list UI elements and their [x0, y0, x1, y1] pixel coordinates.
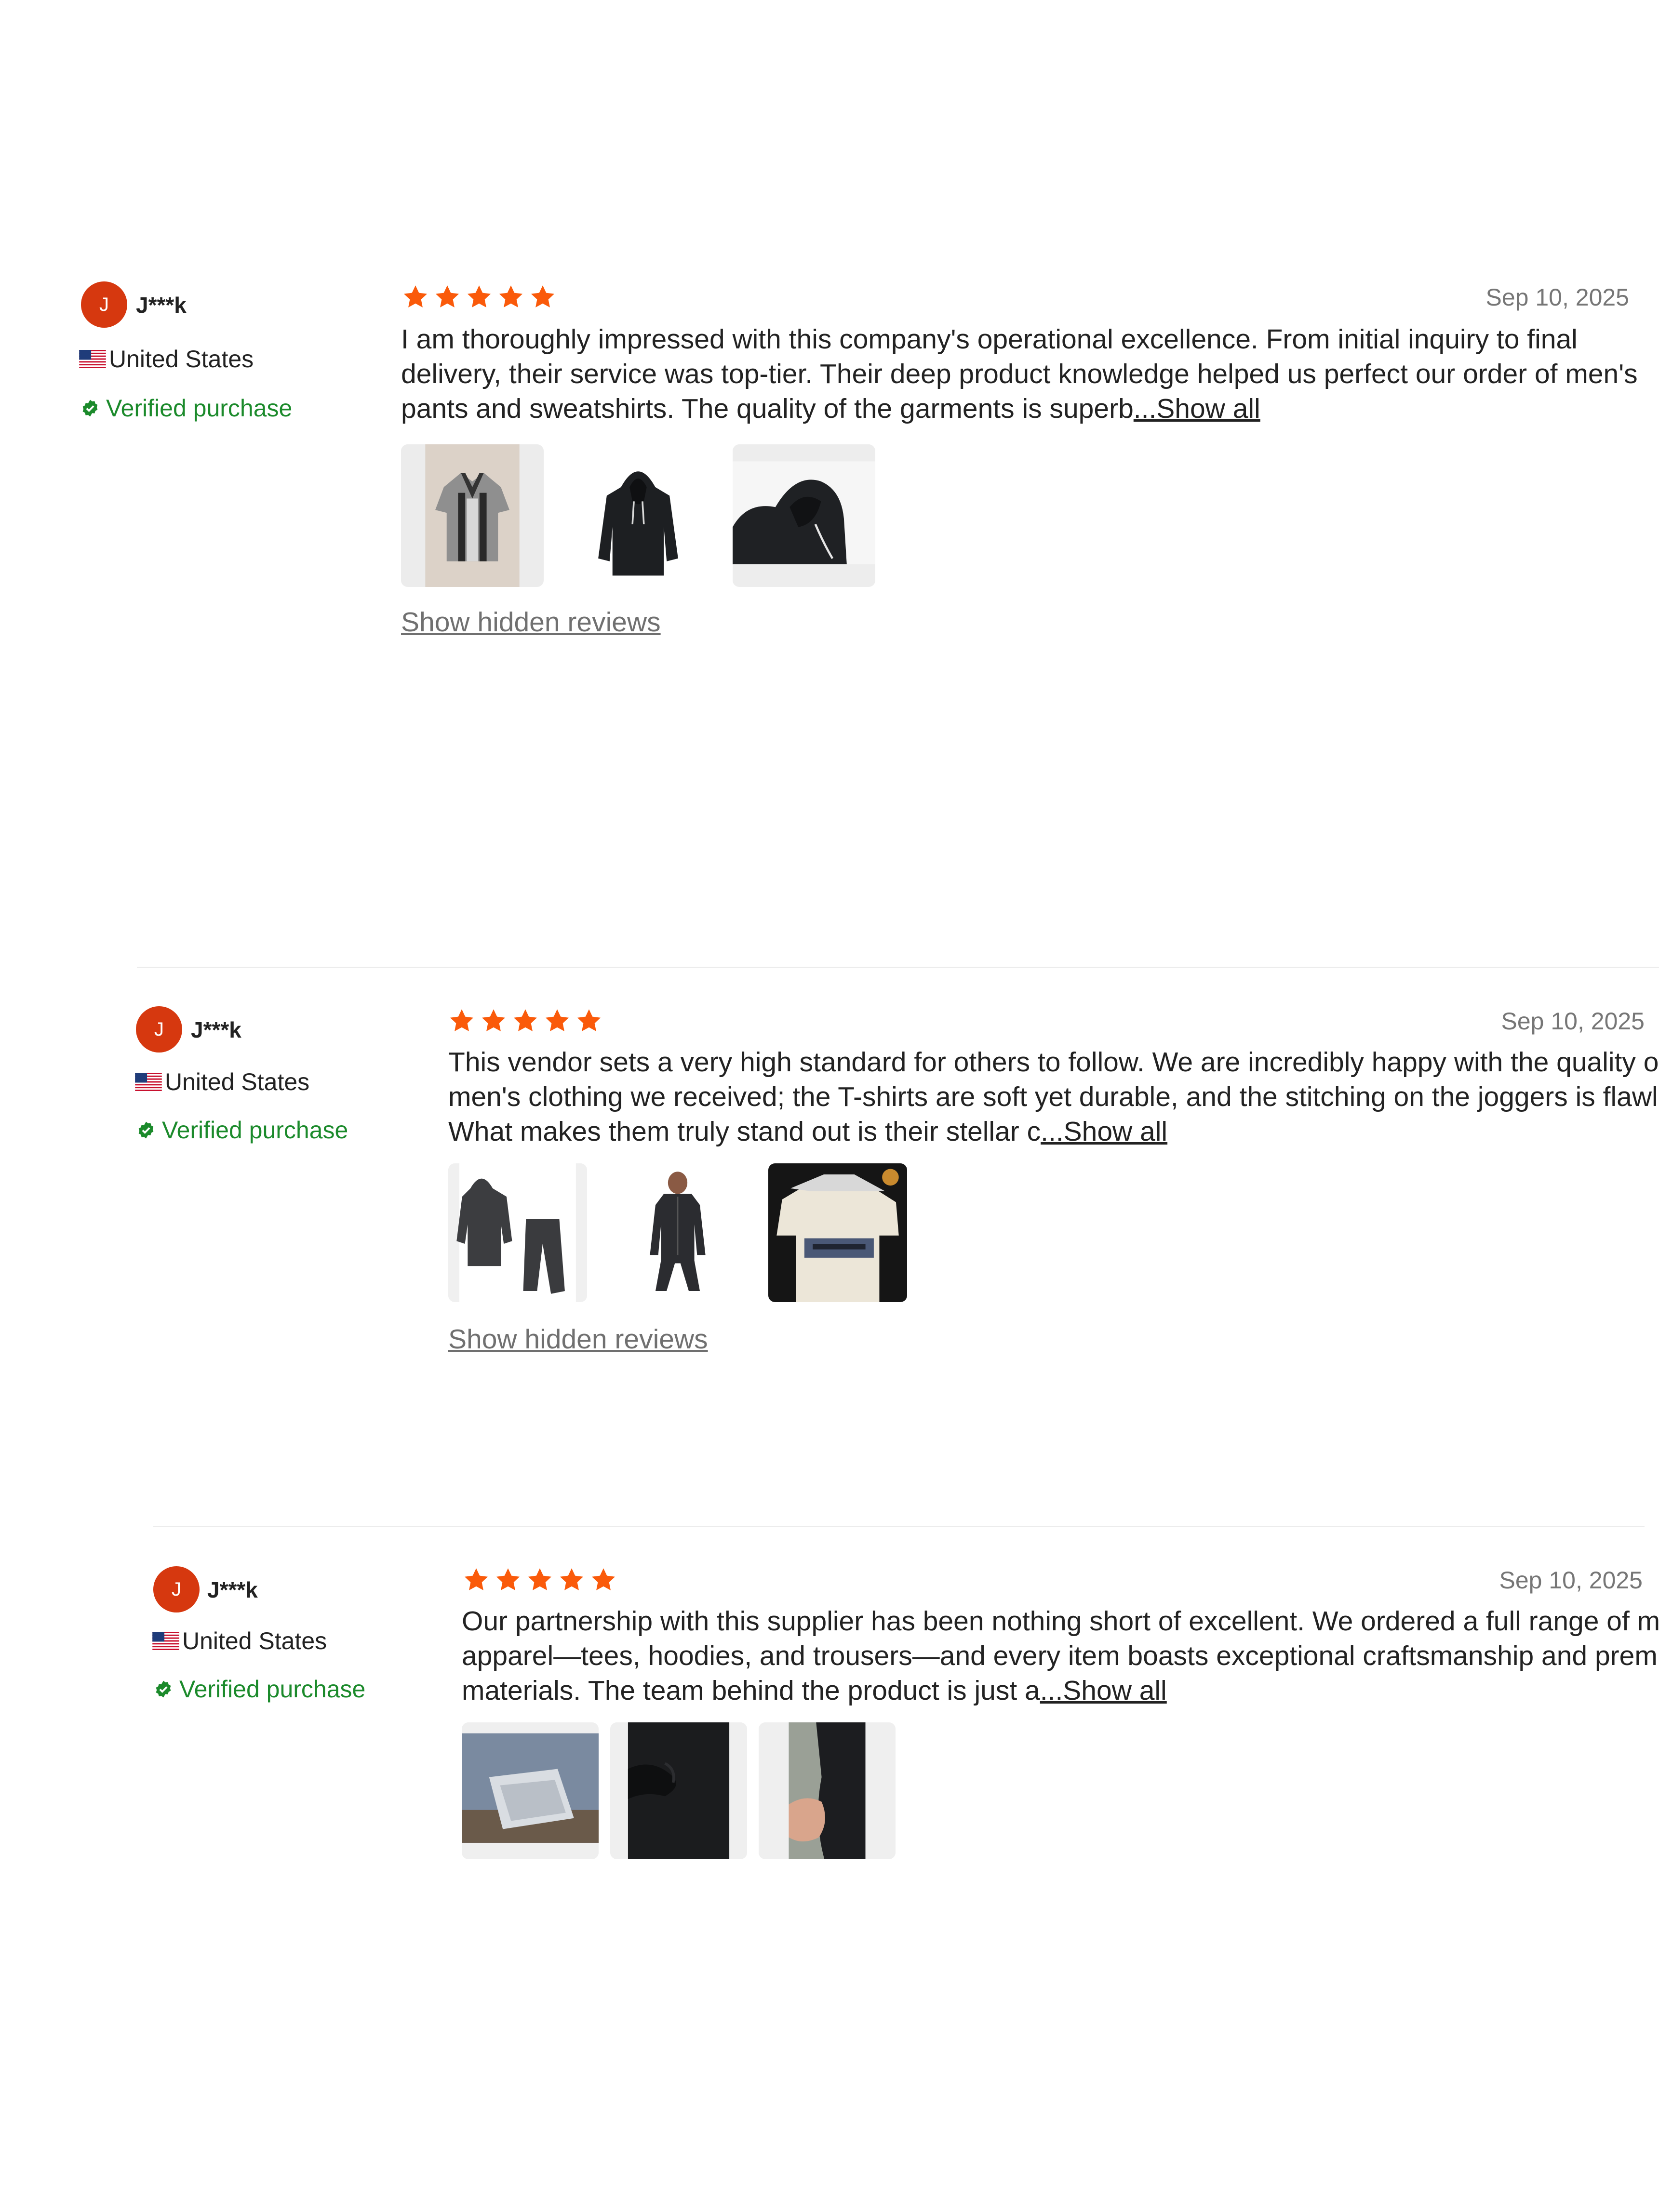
star-icon: [402, 283, 429, 310]
country-label: United States: [109, 346, 254, 373]
graphic-tee-photo: [768, 1163, 907, 1302]
verified-label: Verified purchase: [179, 1676, 366, 1703]
review-photo[interactable]: [759, 1722, 896, 1859]
reviewer-country: United States: [135, 1068, 309, 1096]
review-photo[interactable]: [608, 1163, 747, 1302]
packaged-garments-photo: [462, 1722, 599, 1859]
star-icon: [466, 283, 493, 310]
zip-jumpsuit-photo: [608, 1163, 747, 1302]
review-photos: [462, 1722, 896, 1859]
fabric-in-hand-photo: [759, 1722, 896, 1859]
star-rating: [463, 1566, 617, 1593]
verified-check-icon: [81, 399, 99, 417]
polo-shirt-photo: [401, 444, 544, 587]
reviewer-name: J***k: [191, 1017, 241, 1042]
black-fabric-photo: [610, 1722, 747, 1859]
star-icon: [544, 1007, 571, 1034]
star-icon: [529, 283, 556, 310]
review-photo[interactable]: [401, 444, 544, 587]
country-label: United States: [182, 1627, 327, 1654]
verified-badge: Verified purchase: [137, 1116, 348, 1144]
review-text: Our partnership with this supplier has b…: [462, 1604, 1659, 1708]
reviewer-name: J***k: [136, 293, 187, 318]
star-icon: [434, 283, 461, 310]
verified-check-icon: [154, 1680, 173, 1698]
star-icon: [480, 1007, 507, 1034]
review-photo[interactable]: [733, 444, 875, 587]
us-flag-icon: [79, 350, 106, 368]
verified-badge: Verified purchase: [154, 1675, 365, 1703]
star-icon: [448, 1007, 475, 1034]
avatar: J: [81, 281, 127, 328]
review-photo[interactable]: [462, 1722, 599, 1859]
review-photo[interactable]: [610, 1722, 747, 1859]
review-text: This vendor sets a very high standard fo…: [448, 1045, 1659, 1149]
star-icon: [497, 283, 524, 310]
review-photo[interactable]: [448, 1163, 587, 1302]
star-rating: [448, 1007, 602, 1034]
review-photos: [448, 1163, 907, 1302]
reviewer-country: United States: [79, 345, 254, 373]
show-hidden-reviews-link[interactable]: Show hidden reviews: [448, 1323, 708, 1355]
reviewer-name: J***k: [207, 1577, 258, 1602]
avatar: J: [153, 1566, 200, 1612]
black-hoodie-photo: [567, 444, 709, 587]
verified-check-icon: [137, 1121, 155, 1139]
verified-label: Verified purchase: [162, 1117, 348, 1144]
tracksuit-photo: [448, 1163, 587, 1302]
country-label: United States: [165, 1068, 310, 1095]
avatar: J: [136, 1006, 182, 1053]
review-text: I am thoroughly impressed with this comp…: [401, 322, 1659, 426]
review-date: Sep 10, 2025: [1499, 1567, 1643, 1594]
verified-label: Verified purchase: [106, 395, 293, 422]
star-icon: [575, 1007, 602, 1034]
review-divider: [137, 967, 1659, 968]
verified-badge: Verified purchase: [81, 394, 292, 422]
us-flag-icon: [135, 1073, 162, 1091]
star-icon: [495, 1566, 522, 1593]
show-all-link[interactable]: ...Show all: [1040, 1675, 1167, 1706]
star-rating: [402, 283, 556, 310]
show-hidden-reviews-link[interactable]: Show hidden reviews: [401, 606, 661, 638]
star-icon: [590, 1566, 617, 1593]
reviewer-country: United States: [152, 1627, 327, 1655]
show-all-link[interactable]: ...Show all: [1041, 1116, 1167, 1147]
star-icon: [512, 1007, 539, 1034]
review-body: I am thoroughly impressed with this comp…: [401, 324, 1638, 424]
star-icon: [526, 1566, 553, 1593]
review-date: Sep 10, 2025: [1501, 1008, 1645, 1035]
us-flag-icon: [152, 1632, 179, 1650]
review-photo[interactable]: [567, 444, 709, 587]
review-divider: [153, 1526, 1645, 1527]
review-photos: [401, 444, 875, 587]
hoodie-closeup-photo: [733, 444, 875, 587]
review-date: Sep 10, 2025: [1485, 284, 1630, 311]
star-icon: [463, 1566, 490, 1593]
review-photo[interactable]: [768, 1163, 907, 1302]
show-all-link[interactable]: ...Show all: [1134, 393, 1260, 424]
star-icon: [558, 1566, 585, 1593]
